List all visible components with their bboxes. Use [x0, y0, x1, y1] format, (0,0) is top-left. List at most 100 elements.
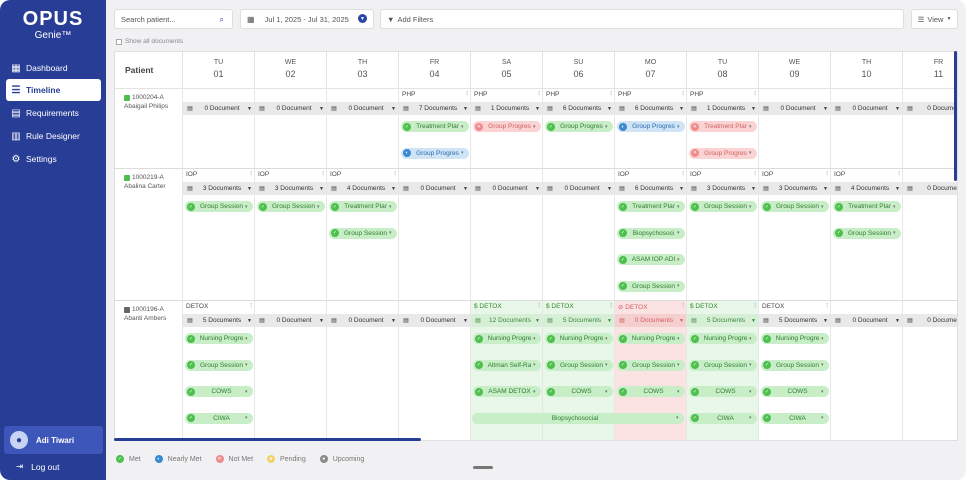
documents-dropdown[interactable]: ▤ 0 Document ▼ — [255, 314, 327, 327]
more-options-icon[interactable]: ⁝ — [466, 90, 468, 97]
document-chip[interactable]: ✓ COWS ▾ — [689, 386, 757, 397]
document-chip[interactable]: ✓ Nursing Progre ▾ — [185, 333, 253, 344]
more-options-icon[interactable]: ⁝ — [394, 170, 396, 177]
documents-dropdown[interactable]: ▤ 0 Document ▼ — [471, 182, 543, 195]
more-options-icon[interactable]: ⁝ — [682, 170, 684, 177]
more-options-icon[interactable]: ⁝ — [682, 90, 684, 97]
documents-dropdown[interactable]: ▤ 1 Documents ▼ — [471, 102, 543, 115]
more-options-icon[interactable]: ⁝ — [754, 302, 756, 309]
documents-dropdown[interactable]: ▤ 3 Documents ▼ — [759, 182, 831, 195]
document-chip[interactable]: ◐ Group Progres ▾ — [617, 121, 685, 132]
document-chip[interactable]: ✓ Group Session ▾ — [833, 227, 901, 239]
documents-dropdown[interactable]: ▤ 5 Documents ▼ — [543, 314, 615, 327]
documents-dropdown[interactable]: ▤ 0 Document ▼ — [831, 102, 903, 115]
more-options-icon[interactable]: ⁝ — [610, 90, 612, 97]
documents-dropdown[interactable]: ▤ 0 Document ▼ — [543, 182, 615, 195]
document-chip[interactable]: ✓ Group Session ▾ — [185, 201, 253, 212]
checkbox[interactable] — [116, 38, 122, 45]
documents-dropdown[interactable]: ▤ 0 Document ▼ — [327, 314, 399, 327]
search-icon[interactable]: ⌕ — [220, 15, 224, 25]
documents-dropdown[interactable]: ▤ 6 Documents ▼ — [615, 102, 687, 115]
more-options-icon[interactable]: ⁝ — [754, 90, 756, 97]
patient-info[interactable]: 1000196-A Abanti Ambers — [115, 301, 182, 440]
document-chip[interactable]: ✓ Biopsychosoci ▾ — [617, 227, 685, 239]
view-menu-button[interactable]: ☰ View ▼ — [911, 9, 958, 29]
more-options-icon[interactable]: ⁝ — [898, 170, 900, 177]
documents-dropdown[interactable]: ▤ 7 Documents ▼ — [399, 102, 471, 115]
document-chip[interactable]: ✓ Treatment Plar ▾ — [329, 201, 397, 212]
patient-info[interactable]: 1000204-A Abaigail Philips — [115, 89, 182, 168]
document-chip[interactable]: ✓ Treatment Plar ▾ — [617, 201, 685, 212]
document-chip[interactable]: ✓ Group Session ▾ — [761, 201, 829, 212]
document-chip[interactable]: ✓ Nursing Progre ▾ — [473, 333, 541, 344]
sidebar-item-rule-designer[interactable]: ▥ Rule Designer — [6, 125, 101, 147]
document-chip[interactable]: ✕ Group Progres ▾ — [473, 121, 541, 132]
document-chip[interactable]: ✓ Treatment Plar ▾ — [833, 201, 901, 212]
document-chip[interactable]: ✓ COWS ▾ — [545, 386, 613, 397]
document-chip[interactable]: ◐ Group Progres ▾ — [401, 147, 469, 159]
document-chip[interactable]: ✕ Group Progres ▾ — [689, 147, 757, 159]
documents-dropdown[interactable]: ▤ 0 Document ▼ — [183, 102, 255, 115]
document-chip[interactable]: ✓ COWS ▾ — [617, 386, 685, 397]
patient-info[interactable]: 1000219-A Abalina Carter — [115, 169, 182, 300]
search-input[interactable]: Search patient... ⌕ — [114, 9, 233, 29]
documents-dropdown[interactable]: ▤ 3 Documents ▼ — [255, 182, 327, 195]
document-chip[interactable]: ✓ COWS ▾ — [185, 386, 253, 397]
document-chip[interactable]: ✓ CIWA ▾ — [185, 412, 253, 424]
document-chip[interactable]: ✓ Group Session ▾ — [689, 201, 757, 212]
document-chip[interactable]: ✓ Group Session ▾ — [545, 359, 613, 371]
more-options-icon[interactable]: ⁝ — [538, 90, 540, 97]
more-options-icon[interactable]: ⁝ — [250, 302, 252, 309]
documents-dropdown[interactable]: ▤ 3 Documents ▼ — [183, 182, 255, 195]
documents-dropdown[interactable]: ▤ 0 Document ▼ — [831, 314, 903, 327]
documents-dropdown[interactable]: ▤0 Docume▼ — [903, 314, 957, 327]
documents-dropdown[interactable]: ▤ 0 Document ▼ — [399, 314, 471, 327]
documents-dropdown[interactable]: ▤ 0 Document ▼ — [327, 102, 399, 115]
document-chip[interactable]: ✓ Group Session ▾ — [761, 359, 829, 371]
document-chip[interactable]: ✓ CIWA ▾ — [689, 412, 757, 424]
document-chip[interactable]: ✓ Group Session ▾ — [617, 280, 685, 292]
add-filters-button[interactable]: ▼ Add Filters — [380, 9, 904, 29]
horizontal-scrollbar[interactable] — [114, 438, 421, 441]
document-chip[interactable]: ✕ Treatment Plar ▾ — [689, 121, 757, 132]
documents-dropdown[interactable]: ▤ 6 Documents ▼ — [615, 182, 687, 195]
more-options-icon[interactable]: ⁝ — [826, 302, 828, 309]
documents-dropdown[interactable]: ▤ 0 Document ▼ — [255, 102, 327, 115]
document-chip[interactable]: ✓ ASAM DETOX ▾ — [473, 386, 541, 397]
documents-dropdown[interactable]: ▤0 Docume▼ — [903, 182, 957, 195]
document-chip[interactable]: ✓ Treatment Plar ▾ — [401, 121, 469, 132]
document-chip[interactable]: ✓ Nursing Progre ▾ — [617, 333, 685, 344]
document-chip[interactable]: ✓ Group Session ▾ — [617, 359, 685, 371]
document-chip-wide[interactable]: Biopsychosocial ▾ — [472, 412, 684, 424]
documents-dropdown[interactable]: ▤ 0 Documents ▼ — [615, 314, 687, 327]
documents-dropdown[interactable]: ▤ 1 Documents ▼ — [687, 102, 759, 115]
sidebar-item-timeline[interactable]: ☰ Timeline — [6, 79, 101, 101]
more-options-icon[interactable]: ⁝ — [538, 302, 540, 309]
documents-dropdown[interactable]: ▤ 5 Documents ▼ — [183, 314, 255, 327]
logout-button[interactable]: ⇥ Log out — [16, 461, 60, 472]
documents-dropdown[interactable]: ▤ 0 Document ▼ — [759, 102, 831, 115]
documents-dropdown[interactable]: ▤ 5 Documents ▼ — [759, 314, 831, 327]
documents-dropdown[interactable]: ▤ 5 Documents ▼ — [687, 314, 759, 327]
document-chip[interactable]: ✓ CIWA ▾ — [761, 412, 829, 424]
more-options-icon[interactable]: ⁝ — [682, 302, 684, 309]
show-all-documents-toggle[interactable]: Show all documents — [116, 38, 183, 45]
document-chip[interactable]: ✓ COWS ▾ — [761, 386, 829, 397]
sidebar-item-dashboard[interactable]: ▦ Dashboard — [6, 57, 101, 79]
documents-dropdown[interactable]: ▤ 3 Documents ▼ — [687, 182, 759, 195]
more-options-icon[interactable]: ⁝ — [250, 170, 252, 177]
chevron-down-icon[interactable]: ▼ — [358, 14, 367, 23]
user-profile[interactable]: ● Adi Tiwari — [4, 426, 103, 454]
document-chip[interactable]: ✓ Altman Self-Ra ▾ — [473, 359, 541, 371]
more-options-icon[interactable]: ⁝ — [754, 170, 756, 177]
document-chip[interactable]: ✓ Nursing Progre ▾ — [689, 333, 757, 344]
document-chip[interactable]: ✓ Group Progres ▾ — [545, 121, 613, 132]
documents-dropdown[interactable]: ▤ 0 Document ▼ — [399, 182, 471, 195]
sidebar-item-requirements[interactable]: ▤ Requirements — [6, 102, 101, 124]
documents-dropdown[interactable]: ▤0 Docume▼ — [903, 102, 957, 115]
document-chip[interactable]: ✓ Group Session ▾ — [329, 227, 397, 239]
more-options-icon[interactable]: ⁝ — [610, 302, 612, 309]
document-chip[interactable]: ✓ ASAM IOP ADI ▾ — [617, 254, 685, 265]
document-chip[interactable]: ✓ Nursing Progre ▾ — [761, 333, 829, 344]
document-chip[interactable]: ✓ Nursing Progre ▾ — [545, 333, 613, 344]
